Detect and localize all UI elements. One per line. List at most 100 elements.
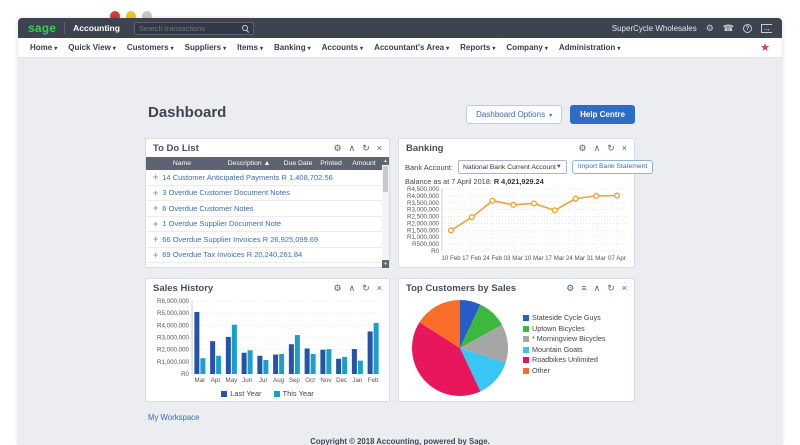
- close-icon[interactable]: ×: [377, 283, 382, 293]
- import-bank-statement-button[interactable]: Import Bank Statement: [572, 160, 654, 174]
- svg-text:R2,500,000: R2,500,000: [407, 214, 440, 221]
- search-box[interactable]: [134, 22, 254, 35]
- svg-text:R1,000,000: R1,000,000: [157, 359, 190, 366]
- page-title: Dashboard: [148, 104, 226, 121]
- todo-widget-header: To Do List ⚙∧↻×: [146, 139, 389, 157]
- chevron-down-icon: ▾: [545, 46, 548, 52]
- help-icon[interactable]: ?: [743, 24, 752, 33]
- bank-controls: Bank Account: National Bank Current Acco…: [399, 157, 634, 174]
- svg-text:17 Mar: 17 Mar: [545, 255, 564, 262]
- svg-text:R6,000,000: R6,000,000: [157, 298, 190, 305]
- main-nav: Home▾ Quick View▾ Customers▾ Suppliers▾ Item…: [18, 38, 782, 58]
- svg-text:Apr: Apr: [211, 377, 221, 384]
- refresh-icon[interactable]: ↻: [362, 283, 370, 293]
- nav-item-home[interactable]: Home▾: [30, 43, 57, 52]
- my-workspace-link[interactable]: My Workspace: [148, 413, 199, 422]
- menu-icon[interactable]: ≡: [581, 283, 586, 293]
- sage-logo: sage: [28, 21, 56, 35]
- expand-plus-icon[interactable]: +: [153, 234, 158, 244]
- close-icon[interactable]: ×: [622, 143, 627, 153]
- nav-item-customers[interactable]: Customers▾: [127, 43, 174, 52]
- scroll-up-icon[interactable]: ▲: [382, 157, 389, 165]
- todo-item-link: 66 Overdue Supplier Invoices R 26,925,09…: [162, 235, 318, 244]
- chevron-up-icon[interactable]: ∧: [594, 283, 601, 293]
- todo-column-header[interactable]: Due Date: [280, 160, 316, 167]
- chevron-up-icon[interactable]: ∧: [349, 143, 356, 153]
- nav-item-company[interactable]: Company▾: [506, 43, 547, 52]
- gear-icon[interactable]: ⚙: [579, 143, 587, 153]
- expand-plus-icon[interactable]: +: [153, 203, 158, 213]
- gear-icon[interactable]: ⚙: [334, 143, 342, 153]
- expand-plus-icon[interactable]: +: [153, 188, 158, 198]
- svg-text:24 Mar: 24 Mar: [566, 255, 585, 262]
- nav-item-banking[interactable]: Banking▾: [274, 43, 311, 52]
- close-icon[interactable]: ×: [622, 283, 627, 293]
- scrollbar-thumb[interactable]: [383, 166, 388, 192]
- bank-account-label: Bank Account:: [405, 163, 453, 172]
- refresh-icon[interactable]: ↻: [362, 143, 370, 153]
- app-window: sage Accounting SuperCycle Wholesales ⚙ …: [18, 18, 782, 445]
- gear-icon[interactable]: ⚙: [566, 283, 574, 293]
- todo-item-link: 1 Overdue Supplier Document Note: [162, 219, 281, 228]
- svg-text:Jul: Jul: [259, 377, 267, 384]
- legend-item: Mountain Goats: [523, 345, 606, 356]
- copyright-text: Copyright © 2018 Accounting, powered by …: [18, 437, 782, 445]
- chevron-up-icon[interactable]: ∧: [594, 143, 601, 153]
- nav-item-quick-view[interactable]: Quick View▾: [68, 43, 116, 52]
- favorites-star-icon[interactable]: ★: [760, 41, 770, 54]
- scrollbar[interactable]: ▲ ▼: [382, 157, 389, 268]
- todo-item[interactable]: +69 Overdue Tax Invoices R 20,240,261.84: [146, 248, 382, 264]
- svg-text:24 Feb: 24 Feb: [483, 255, 503, 262]
- nav-item-accounts[interactable]: Accounts▾: [322, 43, 363, 52]
- todo-item[interactable]: +3 Overdue Customer Document Notes: [146, 186, 382, 202]
- todo-column-header[interactable]: Amount: [346, 160, 382, 167]
- phone-icon[interactable]: ☎: [723, 24, 734, 33]
- help-centre-button[interactable]: Help Centre: [570, 105, 635, 124]
- expand-plus-icon[interactable]: +: [153, 250, 158, 260]
- todo-column-header[interactable]: Printed: [316, 160, 346, 167]
- close-icon[interactable]: ×: [377, 143, 382, 153]
- chevron-down-icon: ▾: [54, 46, 57, 52]
- sales-widget-header: Sales History ⚙∧↻×: [146, 279, 389, 297]
- todo-column-header[interactable]: Name: [146, 160, 218, 167]
- todo-item-link: 14 Customer Anticipated Payments R 1,408…: [162, 173, 333, 182]
- legend-label: Last Year: [230, 389, 261, 398]
- gear-icon[interactable]: ⚙: [334, 283, 342, 293]
- screenshot-stage: sage Accounting SuperCycle Wholesales ⚙ …: [0, 0, 800, 445]
- todo-item[interactable]: +66 Overdue Supplier Invoices R 26,925,0…: [146, 232, 382, 248]
- topbar-right: SuperCycle Wholesales ⚙ ☎ ? →: [612, 24, 772, 33]
- todo-item[interactable]: +14 Customer Anticipated Payments R 1,40…: [146, 170, 382, 186]
- nav-item-administration[interactable]: Administration▾: [559, 43, 620, 52]
- balance-amount: R 4,021,929.24: [494, 177, 544, 186]
- nav-item-suppliers[interactable]: Suppliers▾: [185, 43, 226, 52]
- refresh-icon[interactable]: ↻: [607, 283, 615, 293]
- bank-account-select[interactable]: National Bank Current Account ▼: [458, 160, 567, 174]
- todo-column-header[interactable]: Description ▲: [218, 160, 280, 167]
- expand-plus-icon[interactable]: +: [153, 172, 158, 182]
- legend-label: This Year: [283, 389, 314, 398]
- gear-icon[interactable]: ⚙: [706, 24, 714, 33]
- expand-plus-icon[interactable]: +: [153, 219, 158, 229]
- scroll-down-icon[interactable]: ▼: [382, 260, 389, 268]
- nav-item-reports[interactable]: Reports▾: [460, 43, 495, 52]
- svg-text:R2,000,000: R2,000,000: [157, 347, 190, 354]
- todo-item-link: 6 Overdue Customer Notes: [162, 204, 253, 213]
- search-icon[interactable]: [242, 25, 249, 32]
- customers-widget-header: Top Customers by Sales ⚙≡∧↻×: [399, 279, 634, 297]
- search-input[interactable]: [139, 24, 242, 33]
- refresh-icon[interactable]: ↻: [607, 143, 615, 153]
- todo-table-rows: +14 Customer Anticipated Payments R 1,40…: [146, 170, 382, 263]
- nav-item-accountant-s-area[interactable]: Accountant's Area▾: [374, 43, 449, 52]
- svg-text:R1,000,000: R1,000,000: [407, 234, 440, 241]
- logout-icon[interactable]: →: [761, 24, 772, 33]
- chevron-down-icon: ▾: [113, 46, 116, 52]
- nav-item-items[interactable]: Items▾: [237, 43, 263, 52]
- chevron-up-icon[interactable]: ∧: [349, 283, 356, 293]
- top-bar: sage Accounting SuperCycle Wholesales ⚙ …: [18, 18, 782, 38]
- svg-text:Dec: Dec: [336, 377, 347, 384]
- todo-item[interactable]: +1 Overdue Supplier Document Note: [146, 217, 382, 233]
- dashboard-options-button[interactable]: Dashboard Options▾: [466, 105, 562, 124]
- legend-label: Mountain Goats: [532, 345, 583, 356]
- legend-item: This Year: [274, 389, 314, 398]
- todo-item[interactable]: +6 Overdue Customer Notes: [146, 201, 382, 217]
